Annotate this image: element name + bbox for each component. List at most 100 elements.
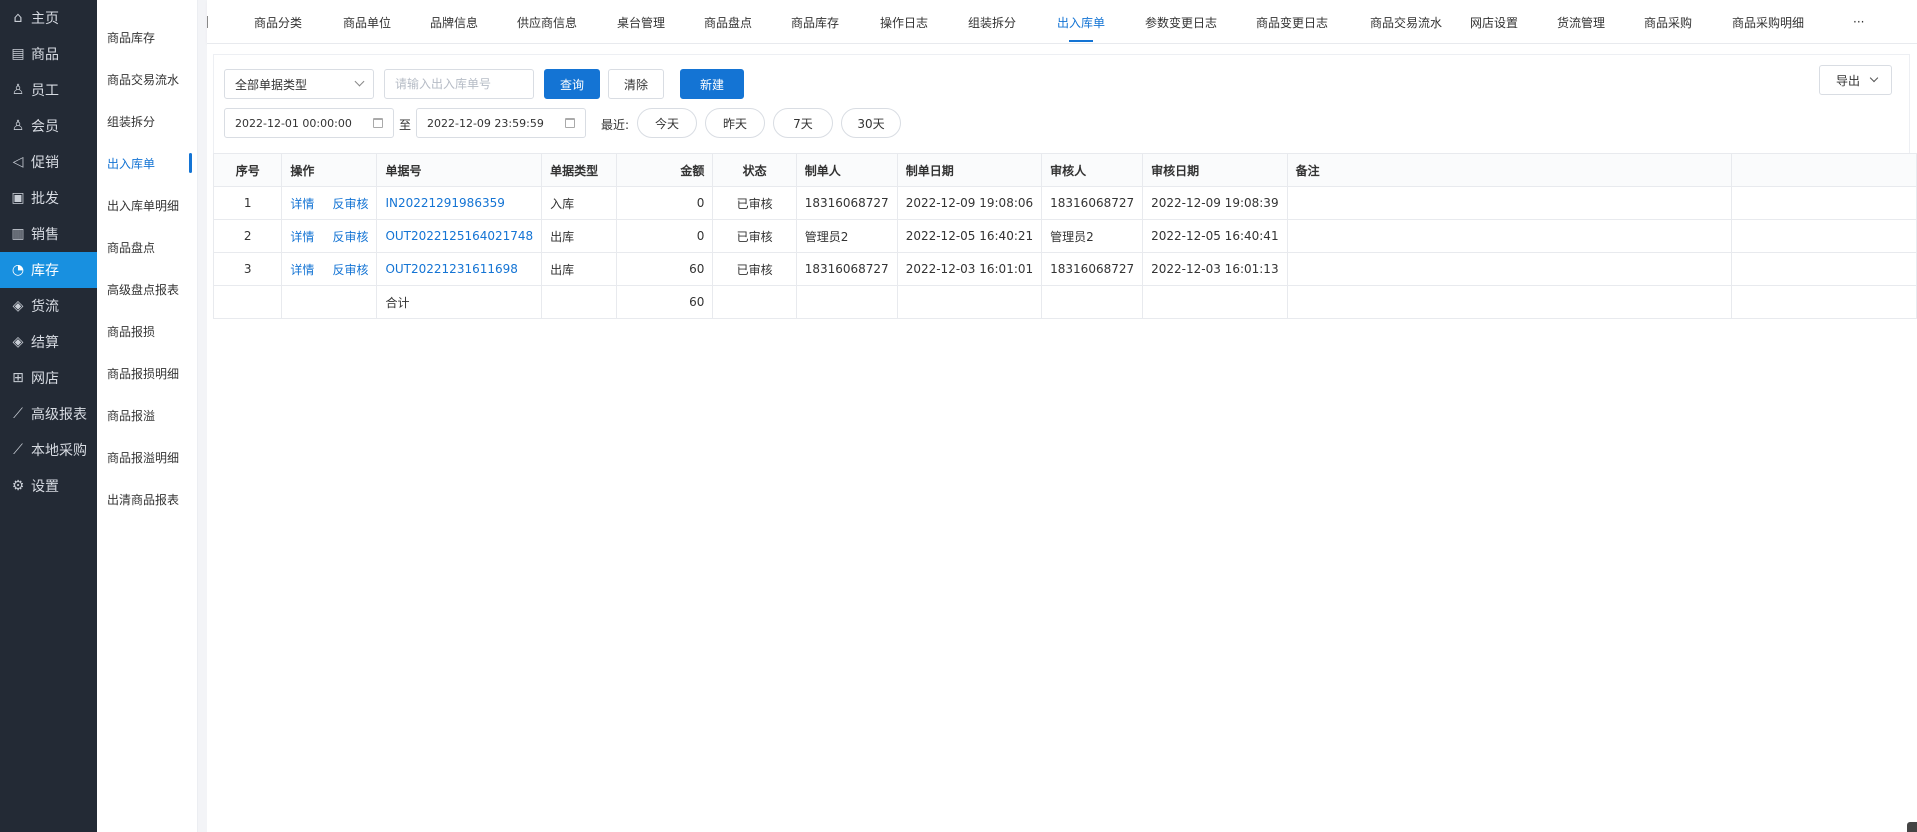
tab-item[interactable]: 商品库存 [791, 0, 839, 44]
tab-item[interactable]: 操作日志 [880, 0, 928, 44]
cell-remark [1286, 186, 1732, 220]
nav-item-label: 高级报表 [31, 407, 87, 423]
nav-item-label: 员工 [31, 83, 59, 99]
cell-order-number[interactable]: IN20221291986359 [376, 186, 543, 220]
range-today-button[interactable]: 今天 [637, 108, 697, 138]
detail-link[interactable]: 详情 [290, 228, 314, 245]
col-header-audited: 审核日期 [1142, 153, 1288, 187]
date-to-picker[interactable]: 2022-12-09 23:59:59 [416, 108, 586, 138]
cell-status: 已审核 [712, 186, 797, 220]
tab-item[interactable]: 供应商信息 [517, 0, 577, 44]
subnav-item[interactable]: 出入库单明细 [97, 184, 197, 226]
cell-no: 1 [212, 186, 283, 220]
tab-scroll-edge[interactable] [207, 16, 211, 28]
cell-audited: 2022-12-03 16:01:13 [1142, 252, 1288, 286]
nav-item[interactable]: ♙ 员工 [0, 72, 97, 108]
nav-item-label: 本地采购 [31, 443, 87, 459]
nav-item[interactable]: ◈ 货流 [0, 288, 97, 324]
nav-item-label: 库存 [31, 263, 59, 279]
nav-item[interactable]: ⟋ 本地采购 [0, 432, 97, 468]
table-row: 1 详情 反审核 IN20221291986359 入库 0 已审核 18316068727 2… [212, 186, 1917, 220]
sales-icon: ▥ [11, 226, 25, 242]
range-30days-button[interactable]: 30天 [841, 108, 901, 138]
nav-item[interactable]: ⟋ 高级报表 [0, 396, 97, 432]
subnav-item[interactable]: 出清商品报表 [97, 478, 197, 520]
nav-item[interactable]: ◔ 库存 [0, 252, 97, 288]
subnav-item[interactable]: 出入库单 [97, 142, 197, 184]
order-number-input[interactable] [384, 69, 534, 99]
cell-created: 2022-12-09 19:08:06 [896, 186, 1043, 220]
tab-item[interactable]: 商品盘点 [704, 0, 752, 44]
nav-item[interactable]: ◁ 促销 [0, 144, 97, 180]
total-amount: 60 [615, 285, 714, 319]
subnav-item[interactable]: 商品交易流水 [97, 58, 197, 100]
cell-empty [1142, 285, 1288, 319]
cell-order-number[interactable]: OUT2022125164021748 [376, 219, 543, 253]
nav-item[interactable]: ⌂ 主页 [0, 0, 97, 36]
subnav-item[interactable]: 商品报损 [97, 310, 197, 352]
tab-item[interactable]: 品牌信息 [430, 0, 478, 44]
nav-item[interactable]: ▥ 销售 [0, 216, 97, 252]
subnav-item[interactable]: 组装拆分 [97, 100, 197, 142]
nav-item[interactable]: ♙ 会员 [0, 108, 97, 144]
total-label: 合计 [376, 285, 543, 319]
doc-type-select[interactable]: 全部单据类型 [224, 69, 374, 99]
col-header-ops: 操作 [281, 153, 378, 187]
subnav-item[interactable]: 高级盘点报表 [97, 268, 197, 310]
subnav-item[interactable]: 商品报溢明细 [97, 436, 197, 478]
main-nav: ⌂ 主页 ▤ 商品 ♙ 员工 ♙ 会员 ◁ 促销 ▣ 批发 ▥ 销售 ◔ 库存 ◈ 货流 ◈ 结算 ⊞ 网店 ⟋ 高级报表 ⟋ 本… [0, 0, 97, 832]
cell-empty [212, 285, 283, 319]
query-button[interactable]: 查询 [544, 69, 600, 99]
more-tabs-icon[interactable]: ··· [1853, 0, 1864, 44]
tab-item[interactable]: 商品变更日志 [1256, 0, 1328, 44]
detail-link[interactable]: 详情 [290, 195, 314, 212]
new-button[interactable]: 新建 [680, 69, 744, 99]
logistics-icon: ◈ [12, 298, 24, 314]
tab-item[interactable]: 组装拆分 [968, 0, 1016, 44]
export-dropdown[interactable]: 导出 [1819, 65, 1892, 95]
chevron-down-icon [1869, 73, 1879, 83]
tab-item[interactable]: 商品交易流水 [1370, 0, 1442, 44]
calendar-icon [373, 118, 383, 128]
nav-item-label: 货流 [31, 299, 59, 315]
tab-item[interactable]: 参数变更日志 [1145, 0, 1217, 44]
subnav-item[interactable]: 商品库存 [97, 16, 197, 58]
date-to-value: 2022-12-09 23:59:59 [427, 116, 544, 130]
subnav-item[interactable]: 商品报损明细 [97, 352, 197, 394]
clear-button[interactable]: 清除 [608, 69, 664, 99]
nav-item[interactable]: ▣ 批发 [0, 180, 97, 216]
nav-item[interactable]: ⚙ 设置 [0, 468, 97, 504]
subnav-item[interactable]: 商品报溢 [97, 394, 197, 436]
tab-item[interactable]: 商品单位 [343, 0, 391, 44]
date-from-value: 2022-12-01 00:00:00 [235, 116, 352, 130]
date-from-picker[interactable]: 2022-12-01 00:00:00 [224, 108, 394, 138]
cell-creator: 18316068727 [795, 252, 898, 286]
subnav-item[interactable]: 商品盘点 [97, 226, 197, 268]
tab-item[interactable]: 商品采购明细 [1732, 0, 1804, 44]
nav-item[interactable]: ⊞ 网店 [0, 360, 97, 396]
col-header-extra [1730, 153, 1917, 187]
nav-item[interactable]: ▤ 商品 [0, 36, 97, 72]
cell-order-number[interactable]: OUT20221231611698 [376, 252, 543, 286]
tab-item[interactable]: 商品分类 [254, 0, 302, 44]
cell-empty [896, 285, 1043, 319]
nav-item-label: 主页 [31, 11, 59, 27]
nav-item-label: 会员 [31, 119, 59, 135]
nav-item[interactable]: ◈ 结算 [0, 324, 97, 360]
cell-creator: 管理员2 [795, 219, 898, 253]
unaudit-link[interactable]: 反审核 [332, 195, 368, 212]
range-7days-button[interactable]: 7天 [773, 108, 833, 138]
cell-remark [1286, 252, 1732, 286]
unaudit-link[interactable]: 反审核 [332, 228, 368, 245]
unaudit-link[interactable]: 反审核 [332, 261, 368, 278]
tab-item[interactable]: 货流管理 [1557, 0, 1605, 44]
tab-item[interactable]: 商品采购 [1644, 0, 1692, 44]
detail-link[interactable]: 详情 [290, 261, 314, 278]
tab-item[interactable]: 桌台管理 [617, 0, 665, 44]
export-label: 导出 [1836, 73, 1861, 88]
tab-item[interactable]: 出入库单 [1057, 0, 1105, 44]
tab-item[interactable]: 网店设置 [1470, 0, 1518, 44]
range-yesterday-button[interactable]: 昨天 [705, 108, 765, 138]
cell-empty [541, 285, 617, 319]
cell-amount: 60 [615, 252, 714, 286]
